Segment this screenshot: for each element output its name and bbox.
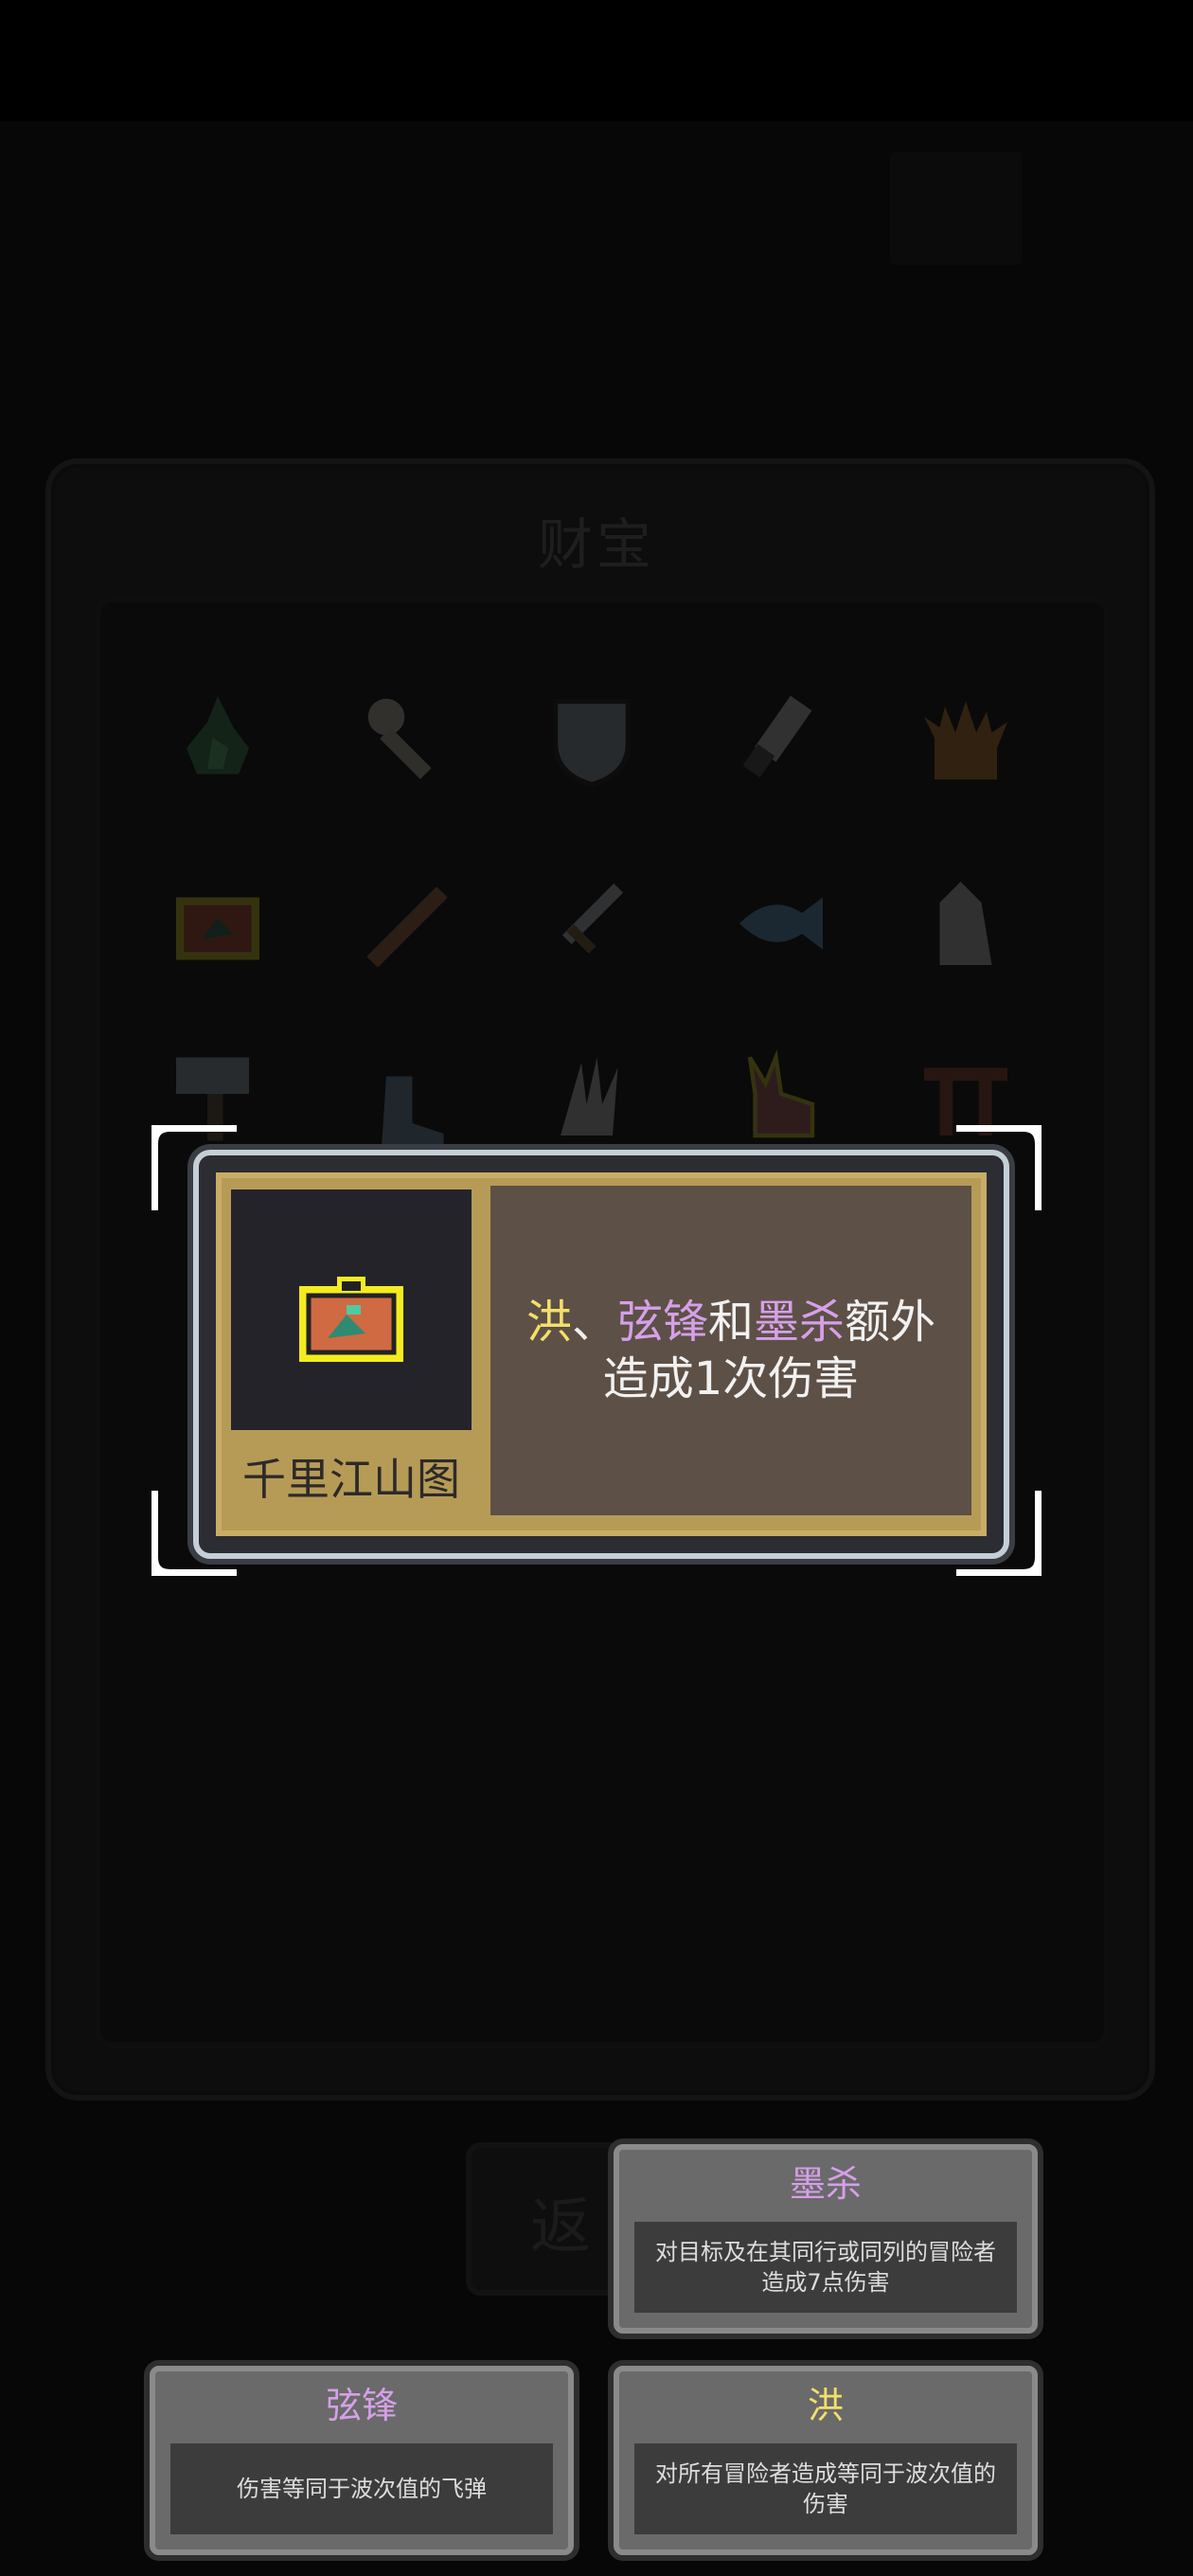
item-description: 洪、弦锋和墨杀额外 造成1次伤害 [490,1186,971,1515]
tooltip-body: 对所有冒险者造成等同于波次值的 伤害 [634,2443,1017,2534]
keyword-mosha[interactable]: 墨杀 [754,1296,845,1349]
description-tail: 额外 [845,1296,936,1349]
item-name: 千里江山图 [242,1454,460,1505]
item-icon-slot [231,1190,472,1430]
keyword-xianfeng[interactable]: 弦锋 [617,1296,708,1349]
description-separator: 、 [571,1296,617,1349]
keyword-hong[interactable]: 洪 [526,1296,572,1349]
description-line-2: 造成1次伤害 [602,1352,860,1405]
tooltip-body: 伤害等同于波次值的飞弹 [170,2443,553,2534]
tooltip-title: 洪 [807,2385,844,2426]
description-line-1: 洪、弦锋和墨杀额外 [526,1294,935,1351]
description-connector: 和 [708,1296,755,1349]
tooltip-title: 墨杀 [789,2163,862,2205]
tooltip-xianfeng: 弦锋 伤害等同于波次值的飞弹 [150,2366,574,2555]
tooltip-body: 对目标及在其同行或同列的冒险者 造成7点伤害 [634,2222,1017,2313]
tooltip-title: 弦锋 [325,2385,398,2426]
tooltip-hong: 洪 对所有冒险者造成等同于波次值的 伤害 [614,2366,1038,2555]
tooltip-mosha: 墨杀 对目标及在其同行或同列的冒险者 造成7点伤害 [614,2144,1038,2334]
landscape-scroll-icon [299,1277,403,1362]
